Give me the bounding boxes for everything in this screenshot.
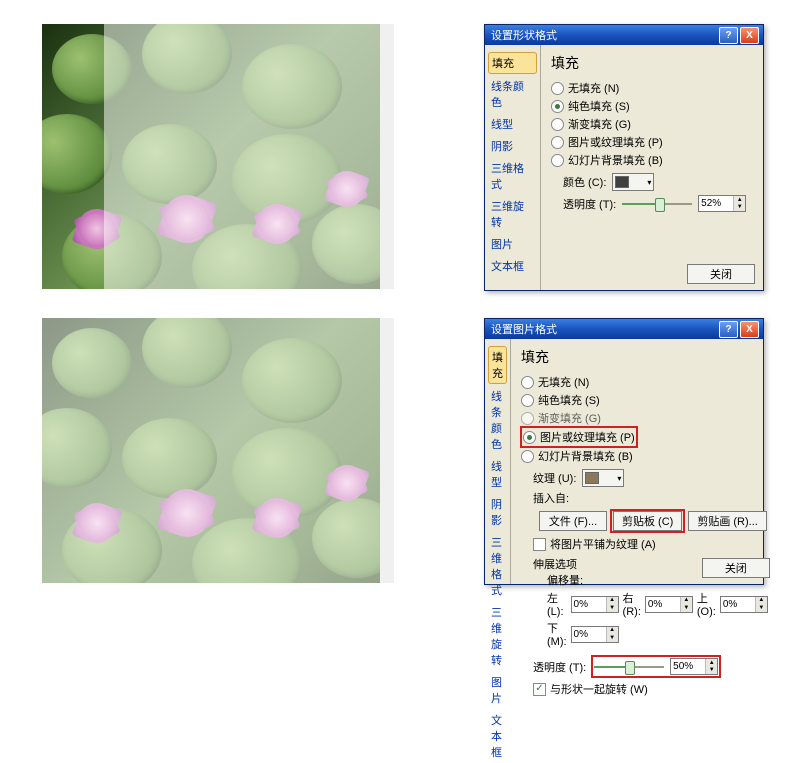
transparency-slider[interactable] — [622, 197, 692, 211]
clipart-button[interactable]: 剪贴画 (R)... — [688, 511, 767, 531]
color-swatch-icon — [615, 176, 629, 188]
spin-up-icon[interactable]: ▲ — [733, 196, 745, 204]
sidebar-item-linecolor[interactable]: 线条颜色 — [485, 385, 510, 455]
insert-from-label: 插入自: — [521, 490, 768, 506]
transparency-label: 透明度 (T): — [533, 659, 586, 675]
semi-transparent-overlay — [104, 24, 380, 289]
slide-preview-2 — [42, 318, 394, 583]
slide-preview-1 — [42, 24, 394, 289]
sidebar-item-picture[interactable]: 图片 — [485, 233, 540, 255]
spin-down-icon[interactable]: ▼ — [733, 204, 745, 212]
close-button[interactable]: 关闭 — [687, 264, 755, 284]
color-label: 颜色 (C): — [563, 174, 606, 190]
sidebar-item-linestyle[interactable]: 线型 — [485, 113, 540, 135]
sidebar-item-fill[interactable]: 填充 — [488, 346, 507, 384]
color-picker[interactable]: ▾ — [612, 173, 654, 191]
close-icon[interactable]: X — [740, 321, 759, 338]
dialog-titlebar[interactable]: 设置形状格式 ? X — [485, 25, 763, 45]
dialog-title: 设置图片格式 — [489, 321, 717, 337]
offset-bottom[interactable]: ▲▼ — [571, 626, 619, 643]
sidebar-item-shadow[interactable]: 阴影 — [485, 135, 540, 157]
offset-right[interactable]: ▲▼ — [645, 596, 693, 613]
sidebar-item-3dformat[interactable]: 三维格式 — [485, 531, 510, 601]
transparency-label: 透明度 (T): — [563, 196, 616, 212]
texture-label: 纹理 (U): — [533, 470, 576, 486]
sidebar-item-3drotation[interactable]: 三维旋转 — [485, 195, 540, 233]
dialog-title: 设置形状格式 — [489, 27, 717, 43]
format-picture-dialog: 设置图片格式 ? X 填充 线条颜色 线型 阴影 三维格式 三维旋转 图片 文本… — [484, 318, 764, 585]
transparency-spinner[interactable]: ▲▼ — [698, 195, 746, 212]
sidebar-item-linestyle[interactable]: 线型 — [485, 455, 510, 493]
texture-picker[interactable]: ▾ — [582, 469, 624, 487]
fill-panel: 填充 无填充 (N) 纯色填充 (S) 渐变填充 (G) 图片或纹理填充 (P)… — [511, 339, 778, 584]
sidebar-item-textbox[interactable]: 文本框 — [485, 255, 540, 277]
transparency-input[interactable] — [699, 196, 733, 211]
radio-picture-fill[interactable] — [523, 431, 536, 444]
radio-gradient-fill[interactable] — [521, 412, 534, 425]
radio-picture-fill[interactable] — [551, 136, 564, 149]
transparency-spinner[interactable]: ▲▼ — [670, 658, 718, 675]
dialog-sidebar: 填充 线条颜色 线型 阴影 三维格式 三维旋转 图片 文本框 — [485, 45, 541, 290]
radio-no-fill[interactable] — [521, 376, 534, 389]
sidebar-item-textbox[interactable]: 文本框 — [485, 709, 510, 763]
sidebar-item-picture[interactable]: 图片 — [485, 671, 510, 709]
chevron-down-icon: ▾ — [647, 178, 651, 187]
radio-solid-fill[interactable] — [521, 394, 534, 407]
file-button[interactable]: 文件 (F)... — [539, 511, 607, 531]
help-button[interactable]: ? — [719, 27, 738, 44]
radio-no-fill[interactable] — [551, 82, 564, 95]
sidebar-item-shadow[interactable]: 阴影 — [485, 493, 510, 531]
radio-gradient-fill[interactable] — [551, 118, 564, 131]
dialog-titlebar[interactable]: 设置图片格式 ? X — [485, 319, 763, 339]
rotate-checkbox[interactable] — [533, 683, 546, 696]
sidebar-item-linecolor[interactable]: 线条颜色 — [485, 75, 540, 113]
radio-slidebg-fill[interactable] — [521, 450, 534, 463]
offset-left[interactable]: ▲▼ — [571, 596, 619, 613]
help-button[interactable]: ? — [719, 321, 738, 338]
offset-top[interactable]: ▲▼ — [720, 596, 768, 613]
sidebar-item-fill[interactable]: 填充 — [488, 52, 537, 74]
chevron-down-icon: ▾ — [617, 474, 621, 483]
dialog-sidebar: 填充 线条颜色 线型 阴影 三维格式 三维旋转 图片 文本框 — [485, 339, 511, 584]
panel-heading: 填充 — [551, 53, 753, 73]
sidebar-item-3dformat[interactable]: 三维格式 — [485, 157, 540, 195]
close-icon[interactable]: X — [740, 27, 759, 44]
texture-swatch-icon — [585, 472, 599, 484]
sidebar-item-3drotation[interactable]: 三维旋转 — [485, 601, 510, 671]
clipboard-button[interactable]: 剪贴板 (C) — [613, 511, 682, 531]
transparency-slider[interactable] — [594, 660, 664, 674]
radio-solid-fill[interactable] — [551, 100, 564, 113]
tile-checkbox[interactable] — [533, 538, 546, 551]
transparency-input[interactable] — [671, 659, 705, 674]
radio-slidebg-fill[interactable] — [551, 154, 564, 167]
semi-transparent-overlay-full — [42, 318, 380, 583]
panel-heading: 填充 — [521, 347, 768, 367]
fill-panel: 填充 无填充 (N) 纯色填充 (S) 渐变填充 (G) 图片或纹理填充 (P)… — [541, 45, 763, 290]
close-button[interactable]: 关闭 — [702, 558, 770, 578]
format-shape-dialog: 设置形状格式 ? X 填充 线条颜色 线型 阴影 三维格式 三维旋转 图片 文本… — [484, 24, 764, 291]
